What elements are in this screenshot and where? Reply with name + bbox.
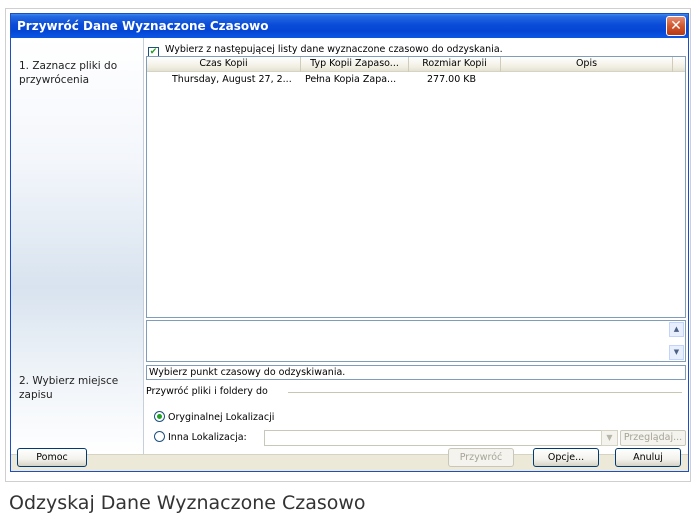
step-select-files: 1. Zaznacz pliki do przywrócenia <box>19 60 118 86</box>
backup-list[interactable]: Czas Kopii Typ Kopii Zapaso... Rozmiar K… <box>146 56 686 318</box>
radio-original-label: Oryginalnej Lokalizacji <box>168 412 275 423</box>
close-icon: ✕ <box>670 18 682 34</box>
cell-type: Pełna Kopia Zapa... <box>305 74 397 85</box>
chevron-down-icon: ▼ <box>606 433 613 442</box>
chevron-up-icon: ▲ <box>673 325 680 333</box>
column-header-size[interactable]: Rozmiar Kopii <box>409 57 501 72</box>
column-header-time[interactable]: Czas Kopii <box>147 57 301 72</box>
help-button[interactable]: Pomoc <box>17 448 87 467</box>
browse-button[interactable]: Przeglądaj... <box>620 430 686 446</box>
column-header-description[interactable]: Opis <box>501 57 673 72</box>
title-bar[interactable]: Przywróć Dane Wyznaczone Czasowo ✕ <box>11 14 688 38</box>
radio-other-location[interactable]: Inna Lokalizacja: <box>154 431 247 444</box>
column-header-type[interactable]: Typ Kopii Zapaso... <box>301 57 409 72</box>
radio-original-indicator[interactable] <box>154 411 165 422</box>
close-button[interactable]: ✕ <box>666 16 686 36</box>
restore-dialog: Przywróć Dane Wyznaczone Czasowo ✕ 1. Za… <box>10 13 689 472</box>
cell-size: 277.00 KB <box>427 74 477 85</box>
cell-time: Thursday, August 27, 2... <box>172 74 292 85</box>
cancel-button[interactable]: Anuluj <box>615 448 681 467</box>
options-button[interactable]: Opcje... <box>533 448 599 467</box>
scroll-down-button[interactable]: ▼ <box>669 345 684 360</box>
restore-to-group-label: Przywróć pliki i foldery do <box>146 386 268 397</box>
figure-caption: Odzyskaj Dane Wyznaczone Czasowo <box>9 492 366 514</box>
description-box[interactable]: ▲ ▼ <box>146 320 686 362</box>
location-dropdown-button[interactable]: ▼ <box>601 430 618 446</box>
radio-other-indicator[interactable] <box>154 431 165 442</box>
wizard-sidebar: 1. Zaznacz pliki do przywrócenia 2. Wybi… <box>11 38 144 454</box>
step-choose-location: 2. Wybierz miejsce zapisu <box>19 375 119 401</box>
list-header: Czas Kopii Typ Kopii Zapaso... Rozmiar K… <box>147 57 685 72</box>
location-path-input[interactable] <box>264 430 618 446</box>
group-divider <box>288 392 682 393</box>
select-all-label: Wybierz z następującej listy dane wyznac… <box>165 44 503 55</box>
restore-button[interactable]: Przywróć <box>448 448 514 467</box>
radio-other-label: Inna Lokalizacja: <box>168 432 247 443</box>
main-panel: ✔ Wybierz z następującej listy dane wyzna… <box>144 38 688 454</box>
status-message: Wybierz punkt czasowy do odzyskiwania. <box>146 365 686 380</box>
radio-original-location[interactable]: Oryginalnej Lokalizacji <box>154 411 274 424</box>
window-title: Przywróć Dane Wyznaczone Czasowo <box>17 19 269 33</box>
scroll-up-button[interactable]: ▲ <box>669 322 684 337</box>
chevron-down-icon: ▼ <box>673 348 680 356</box>
